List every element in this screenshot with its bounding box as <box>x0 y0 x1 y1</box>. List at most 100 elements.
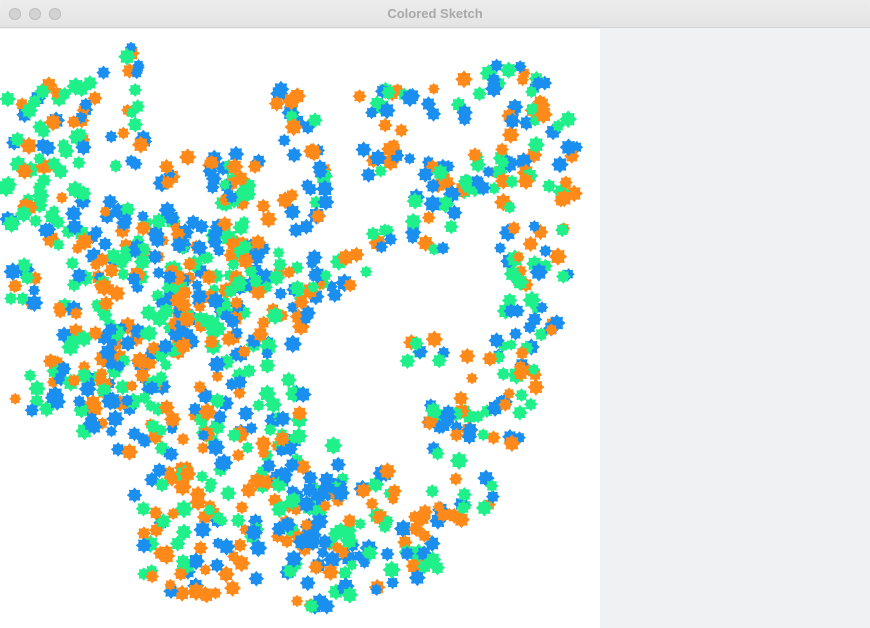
sketch-blob <box>548 247 568 266</box>
sketch-blob <box>197 429 210 442</box>
sketch-blob <box>488 332 505 349</box>
sketch-blob <box>209 586 222 600</box>
sketch-blob <box>4 291 18 306</box>
sketch-blob <box>425 179 440 194</box>
sketch-blob <box>151 462 168 479</box>
sketch-blob <box>198 402 217 422</box>
sketch-blob <box>307 269 320 282</box>
sketch-blob <box>423 194 443 214</box>
sketch-blob <box>293 294 310 310</box>
sketch-blob <box>276 466 294 484</box>
sketch-blob <box>144 399 158 413</box>
sketch-blob <box>424 551 442 569</box>
sketch-blob <box>286 146 303 163</box>
sketch-blob <box>157 338 174 355</box>
sketch-blob <box>131 135 150 154</box>
sketch-blob <box>307 112 323 129</box>
sketch-blob <box>531 76 545 90</box>
sketch-blob <box>394 123 409 138</box>
sketch-blob <box>308 559 324 575</box>
sketch-blob <box>109 160 123 173</box>
sketch-blob <box>229 296 244 310</box>
sketch-blob <box>282 91 301 111</box>
sketch-blob <box>555 189 574 208</box>
sketch-blob <box>104 130 118 144</box>
sketch-blob <box>319 269 333 282</box>
sketch-blob <box>449 451 469 470</box>
sketch-blob <box>247 159 263 174</box>
sketch-blob <box>299 312 313 326</box>
sketch-blob <box>315 179 335 198</box>
sketch-blob <box>130 351 150 370</box>
sketch-blob <box>515 346 530 361</box>
sketch-blob <box>503 265 522 283</box>
sketch-blob <box>413 509 431 527</box>
sketch-blob <box>125 379 138 393</box>
sketch-blob <box>126 271 142 287</box>
sketch-blob <box>529 262 549 282</box>
sketch-blob <box>498 397 513 412</box>
sketch-blob <box>259 210 278 228</box>
sketch-blob <box>82 415 100 433</box>
sketch-blob <box>318 597 336 615</box>
sketch-blob <box>148 506 163 521</box>
sketch-blob <box>33 152 46 165</box>
sketch-blob <box>154 477 170 493</box>
sketch-blob <box>125 106 138 119</box>
sketch-blob <box>249 539 268 558</box>
sketch-blob <box>512 250 525 263</box>
sketch-blob <box>241 363 257 379</box>
sketch-blob <box>119 334 137 352</box>
sketch-blob <box>237 405 255 422</box>
sketch-blob <box>382 514 395 527</box>
sketch-blob <box>365 497 379 511</box>
sketch-blob <box>97 236 113 252</box>
title-bar[interactable]: Colored Sketch <box>0 0 870 28</box>
sketch-blob <box>452 511 471 529</box>
sketch-blob <box>176 432 190 446</box>
sketch-blob <box>218 178 231 191</box>
sketch-blob <box>408 335 424 352</box>
sketch-blob <box>74 127 88 141</box>
sketch-blob <box>220 485 237 502</box>
sketch-blob <box>244 421 258 435</box>
sketch-blob <box>75 139 92 156</box>
sketch-blob <box>7 279 22 294</box>
sketch-blob <box>283 493 301 511</box>
sketch-blob <box>75 232 94 251</box>
sketch-canvas[interactable] <box>0 29 600 628</box>
sketch-blob <box>431 352 447 369</box>
sketch-blob <box>456 500 471 515</box>
sketch-blob <box>455 70 473 89</box>
sketch-blob <box>148 231 166 249</box>
sketch-blob <box>39 139 57 157</box>
sketch-blob <box>467 147 483 163</box>
sketch-blob <box>406 231 419 245</box>
sketch-blob <box>116 126 130 140</box>
sketch-blob <box>511 404 528 421</box>
sketch-blob <box>310 208 327 225</box>
sketch-blob <box>9 392 22 405</box>
sketch-blob <box>526 311 543 328</box>
sketch-blob <box>321 563 340 581</box>
sketch-blob <box>224 579 242 597</box>
sketch-blob <box>382 560 401 579</box>
sketch-blob <box>300 518 313 532</box>
sketch-blob <box>179 465 197 483</box>
sketch-blob <box>72 394 86 408</box>
sketch-blob <box>220 309 233 323</box>
sketch-blob <box>459 347 476 365</box>
sketch-blob <box>417 166 434 183</box>
sketch-blob <box>94 277 114 297</box>
sketch-blob <box>449 472 463 486</box>
sketch-blob <box>55 360 72 377</box>
sketch-blob <box>268 95 285 112</box>
sketch-blob <box>482 350 498 367</box>
sketch-blob <box>120 393 134 408</box>
sketch-blob <box>27 284 41 297</box>
sketch-blob <box>154 423 168 437</box>
sketch-blob <box>135 501 152 517</box>
sketch-blob <box>28 214 43 228</box>
sketch-blob <box>425 484 440 499</box>
sketch-blob <box>136 432 150 446</box>
